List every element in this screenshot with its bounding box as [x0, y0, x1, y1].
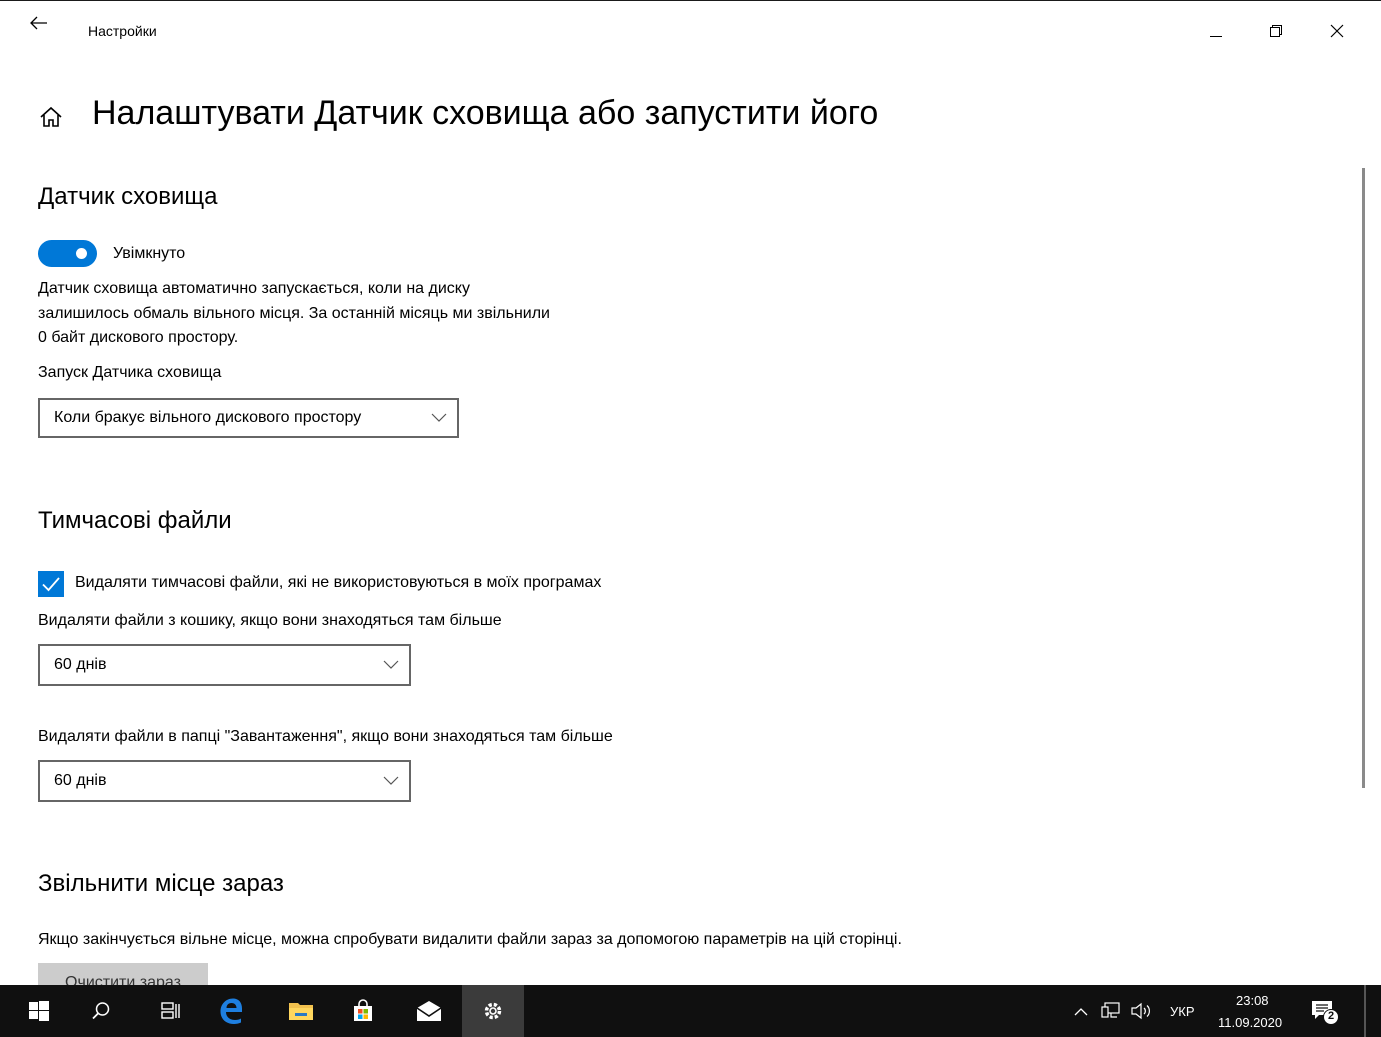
clean-now-button[interactable]: Очистити зараз — [38, 963, 208, 985]
clock-time[interactable]: 23:08 — [1236, 993, 1269, 1008]
delete-temp-files-checkbox[interactable] — [38, 571, 64, 597]
run-storage-sense-value: Коли бракує вільного дискового простору — [54, 409, 362, 426]
recycle-bin-dropdown[interactable]: 60 днів — [38, 644, 411, 686]
minimize-icon — [1210, 36, 1222, 37]
close-icon — [1330, 24, 1344, 38]
volume-icon[interactable] — [1130, 1002, 1154, 1020]
settings-content: Настройки Налаштувати Датчик сховища або… — [0, 0, 1360, 985]
settings-taskbar-button[interactable] — [462, 985, 524, 1037]
chevron-down-icon — [383, 776, 399, 785]
network-icon[interactable] — [1101, 1002, 1121, 1020]
close-button[interactable] — [1314, 16, 1360, 46]
storage-sense-toggle-label: Увімкнуто — [113, 245, 186, 262]
storage-sense-toggle[interactable] — [38, 240, 97, 267]
search-icon — [92, 1002, 110, 1020]
chevron-down-icon — [431, 413, 447, 422]
toggle-knob — [76, 248, 87, 259]
settings-icon — [484, 1002, 502, 1020]
notification-count-badge: 2 — [1323, 1009, 1339, 1025]
action-center-button[interactable]: 2 — [1311, 999, 1339, 1025]
storage-sense-description: Датчик сховища автоматично запускається,… — [38, 277, 550, 351]
back-arrow-icon — [30, 16, 47, 30]
delete-temp-files-label: Видаляти тимчасові файли, які не викорис… — [75, 574, 602, 591]
downloads-dropdown[interactable]: 60 днів — [38, 760, 411, 802]
edge-button[interactable] — [200, 985, 262, 1037]
downloads-value: 60 днів — [54, 772, 107, 789]
file-explorer-button[interactable] — [270, 985, 332, 1037]
show-desktop-divider[interactable] — [1364, 985, 1366, 1037]
taskbar: УКР 23:08 11.09.2020 2 — [0, 985, 1381, 1037]
temp-files-heading: Тимчасові файли — [38, 507, 232, 534]
checkmark-icon — [42, 577, 60, 592]
language-indicator[interactable]: УКР — [1170, 1004, 1195, 1019]
restore-button[interactable] — [1253, 16, 1299, 46]
back-button[interactable] — [22, 8, 56, 38]
windows-start-icon — [29, 1001, 49, 1021]
recycle-bin-value: 60 днів — [54, 656, 107, 673]
description-line: Датчик сховища автоматично запускається,… — [38, 280, 470, 297]
home-icon[interactable] — [38, 104, 64, 130]
task-view-button[interactable] — [140, 985, 202, 1037]
description-line: 0 байт дискового простору. — [38, 329, 239, 346]
chevron-up-icon[interactable] — [1074, 1007, 1088, 1016]
scrollbar[interactable] — [1362, 168, 1365, 788]
restore-icon — [1270, 25, 1282, 37]
mail-button[interactable] — [398, 985, 460, 1037]
start-button[interactable] — [8, 985, 70, 1037]
recycle-bin-label: Видаляти файли з кошику, якщо вони знахо… — [38, 612, 502, 629]
edge-icon — [220, 998, 242, 1024]
clock-date[interactable]: 11.09.2020 — [1218, 1015, 1282, 1030]
downloads-label: Видаляти файли в папці "Завантаження", я… — [38, 728, 613, 745]
run-storage-sense-label: Запуск Датчика сховища — [38, 364, 222, 381]
minimize-button[interactable] — [1193, 16, 1239, 46]
free-space-heading: Звільнити місце зараз — [38, 870, 284, 897]
file-explorer-icon — [289, 1003, 313, 1020]
task-view-icon — [161, 1002, 180, 1019]
app-title: Настройки — [88, 23, 157, 39]
description-line: залишилось обмаль вільного місця. За ост… — [38, 304, 550, 322]
mail-icon — [416, 1001, 442, 1021]
run-storage-sense-dropdown[interactable]: Коли бракує вільного дискового простору — [38, 398, 459, 438]
free-space-description: Якщо закінчується вільне місце, можна сп… — [38, 931, 902, 948]
page-title: Налаштувати Датчик сховища або запустити… — [92, 94, 879, 132]
chevron-down-icon — [383, 660, 399, 669]
search-button[interactable] — [70, 985, 132, 1037]
store-button[interactable] — [332, 985, 394, 1037]
store-icon — [354, 999, 372, 1021]
storage-sense-heading: Датчик сховища — [38, 183, 218, 210]
